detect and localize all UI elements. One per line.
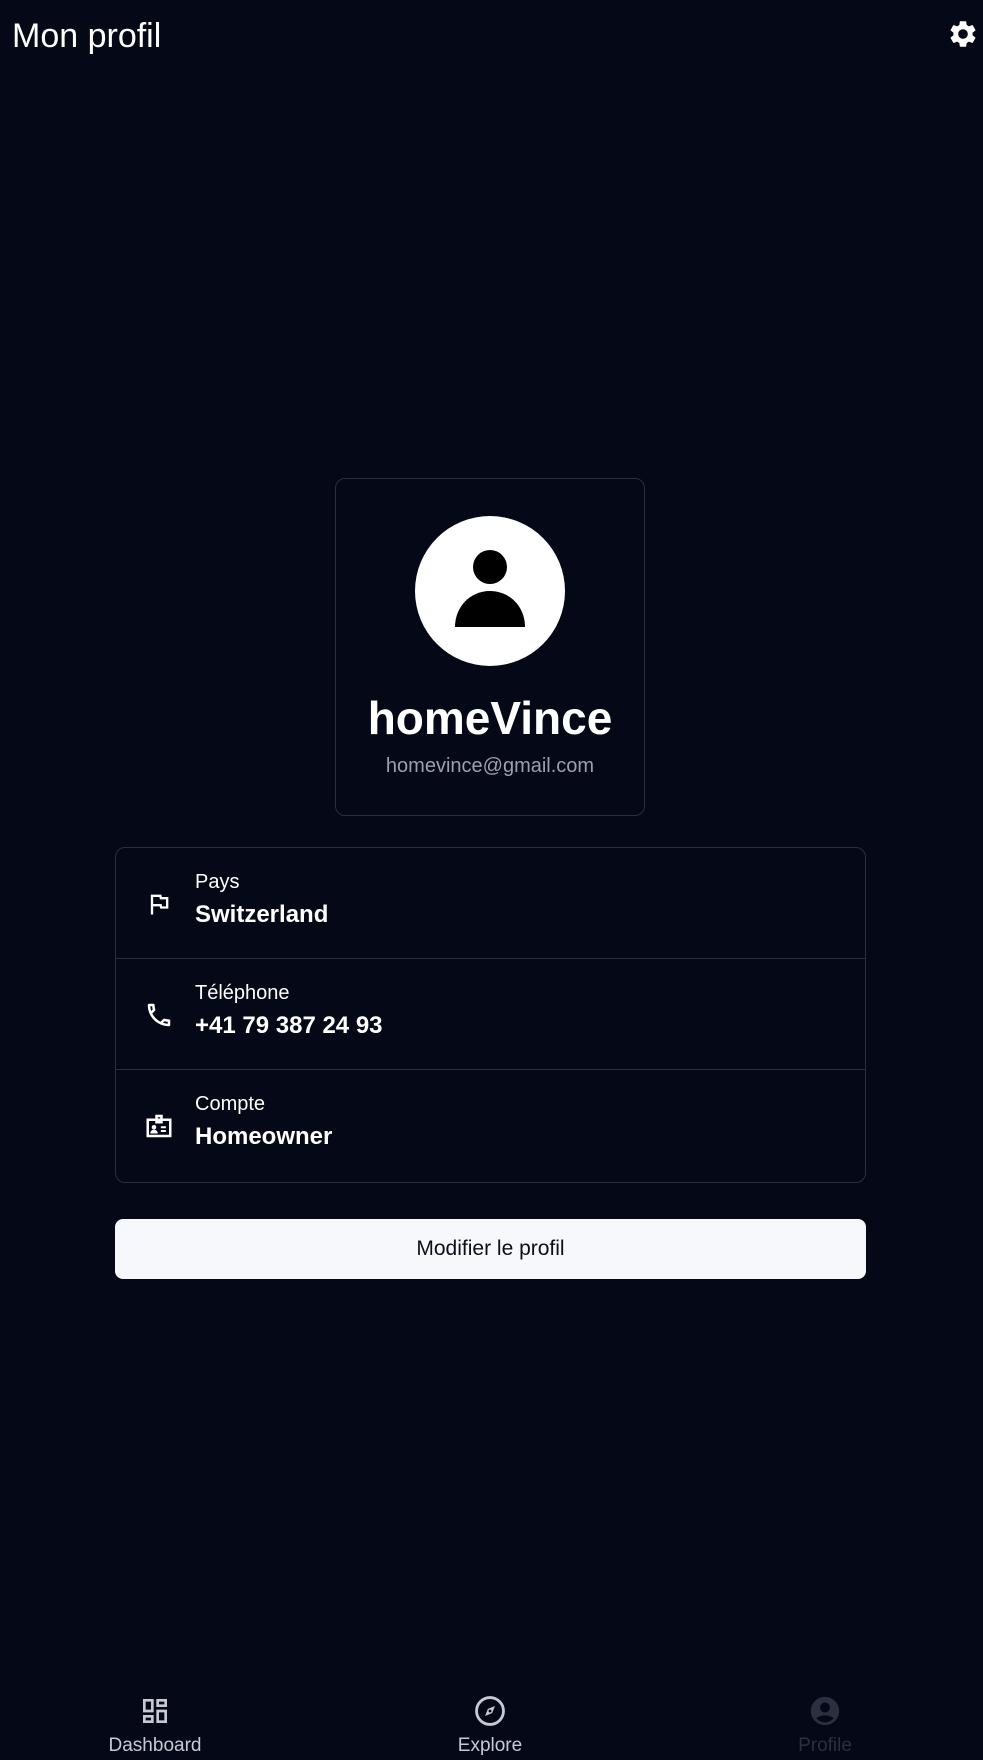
dashboard-icon: [138, 1694, 172, 1728]
nav-label-dashboard: Dashboard: [108, 1735, 202, 1756]
bottom-navigation: Dashboard Explore Profile: [0, 1680, 983, 1760]
id-badge-icon: [143, 1110, 175, 1142]
nav-item-explore[interactable]: Explore: [420, 1680, 560, 1760]
info-row-country: Pays Switzerland: [116, 848, 865, 959]
compass-icon: [473, 1694, 507, 1728]
info-value-phone: +41 79 387 24 93: [195, 1012, 383, 1039]
profile-screen: Mon profil homeVince homevince@gmail.com: [0, 0, 983, 1760]
info-label-account: Compte: [195, 1093, 266, 1115]
settings-button[interactable]: [943, 16, 983, 56]
account-circle-icon: [808, 1694, 842, 1728]
nav-label-profile: Profile: [798, 1735, 852, 1756]
profile-info-list: Pays Switzerland Téléphone +41 79 387 24…: [115, 847, 866, 1183]
info-row-phone: Téléphone +41 79 387 24 93: [116, 959, 865, 1070]
edit-profile-button[interactable]: Modifier le profil: [115, 1219, 866, 1279]
page-title: Mon profil: [12, 17, 162, 55]
gear-icon: [947, 18, 979, 55]
info-value-country: Switzerland: [195, 901, 329, 928]
profile-email: homevince@gmail.com: [385, 755, 595, 777]
info-label-country: Pays: [195, 871, 240, 893]
nav-item-dashboard[interactable]: Dashboard: [85, 1680, 225, 1760]
info-label-phone: Téléphone: [195, 982, 290, 1004]
user-silhouette-icon: [454, 549, 526, 634]
info-row-account: Compte Homeowner: [116, 1070, 865, 1181]
profile-username: homeVince: [367, 692, 613, 744]
avatar: [415, 516, 565, 666]
phone-icon: [143, 999, 175, 1031]
profile-card: homeVince homevince@gmail.com: [335, 478, 645, 816]
info-value-account: Homeowner: [195, 1123, 333, 1150]
flag-icon: [143, 888, 175, 920]
nav-item-profile[interactable]: Profile: [755, 1680, 895, 1760]
nav-label-explore: Explore: [457, 1735, 523, 1756]
